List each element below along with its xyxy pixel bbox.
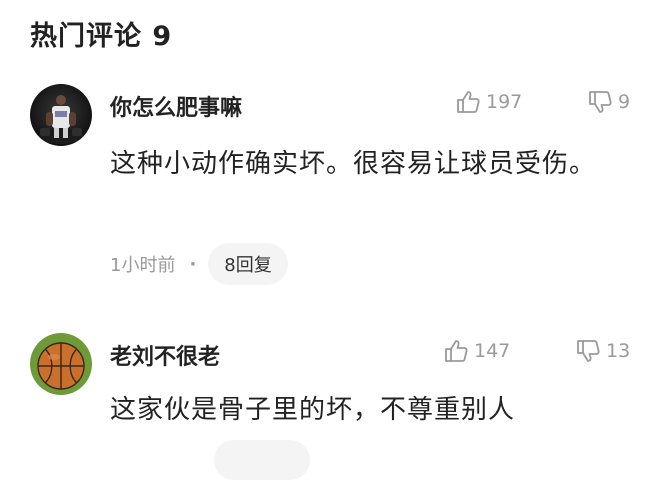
section-title: 热门评论 9 — [30, 21, 173, 52]
player-photo-avatar-icon — [30, 84, 92, 146]
thumbs-down-icon — [577, 340, 600, 362]
thumbs-up-icon — [457, 91, 480, 113]
comment-text: 这家伙是骨子里的坏，不尊重别人 — [110, 395, 516, 425]
comment-meta — [110, 440, 310, 480]
timestamp: 1小时前 — [110, 255, 176, 276]
dislike-count: 13 — [606, 340, 631, 362]
reply-count-button[interactable]: 8回复 — [208, 243, 288, 285]
like-button[interactable]: 197 — [454, 88, 522, 116]
comment-meta: 1小时前 · 8回复 — [110, 243, 288, 285]
comment-text: 这种小动作确实坏。很容易让球员受伤。 — [110, 149, 597, 179]
dislike-count: 9 — [618, 91, 631, 113]
username[interactable]: 老刘不很老 — [110, 339, 220, 371]
thumbs-up-icon — [445, 340, 468, 362]
like-count: 147 — [474, 340, 511, 362]
like-count: 197 — [486, 91, 523, 113]
avatar[interactable] — [30, 333, 92, 395]
thumbs-down-icon — [589, 91, 612, 113]
basketball-avatar-icon — [30, 333, 92, 395]
separator: · — [189, 253, 197, 275]
reply-count-button[interactable] — [214, 440, 310, 480]
timestamp-placeholder — [110, 451, 172, 469]
avatar[interactable] — [30, 84, 92, 146]
username[interactable]: 你怎么肥事嘛 — [110, 90, 242, 122]
like-button[interactable]: 147 — [442, 337, 510, 365]
dislike-button[interactable]: 13 — [574, 337, 630, 365]
dislike-button[interactable]: 9 — [586, 88, 630, 116]
